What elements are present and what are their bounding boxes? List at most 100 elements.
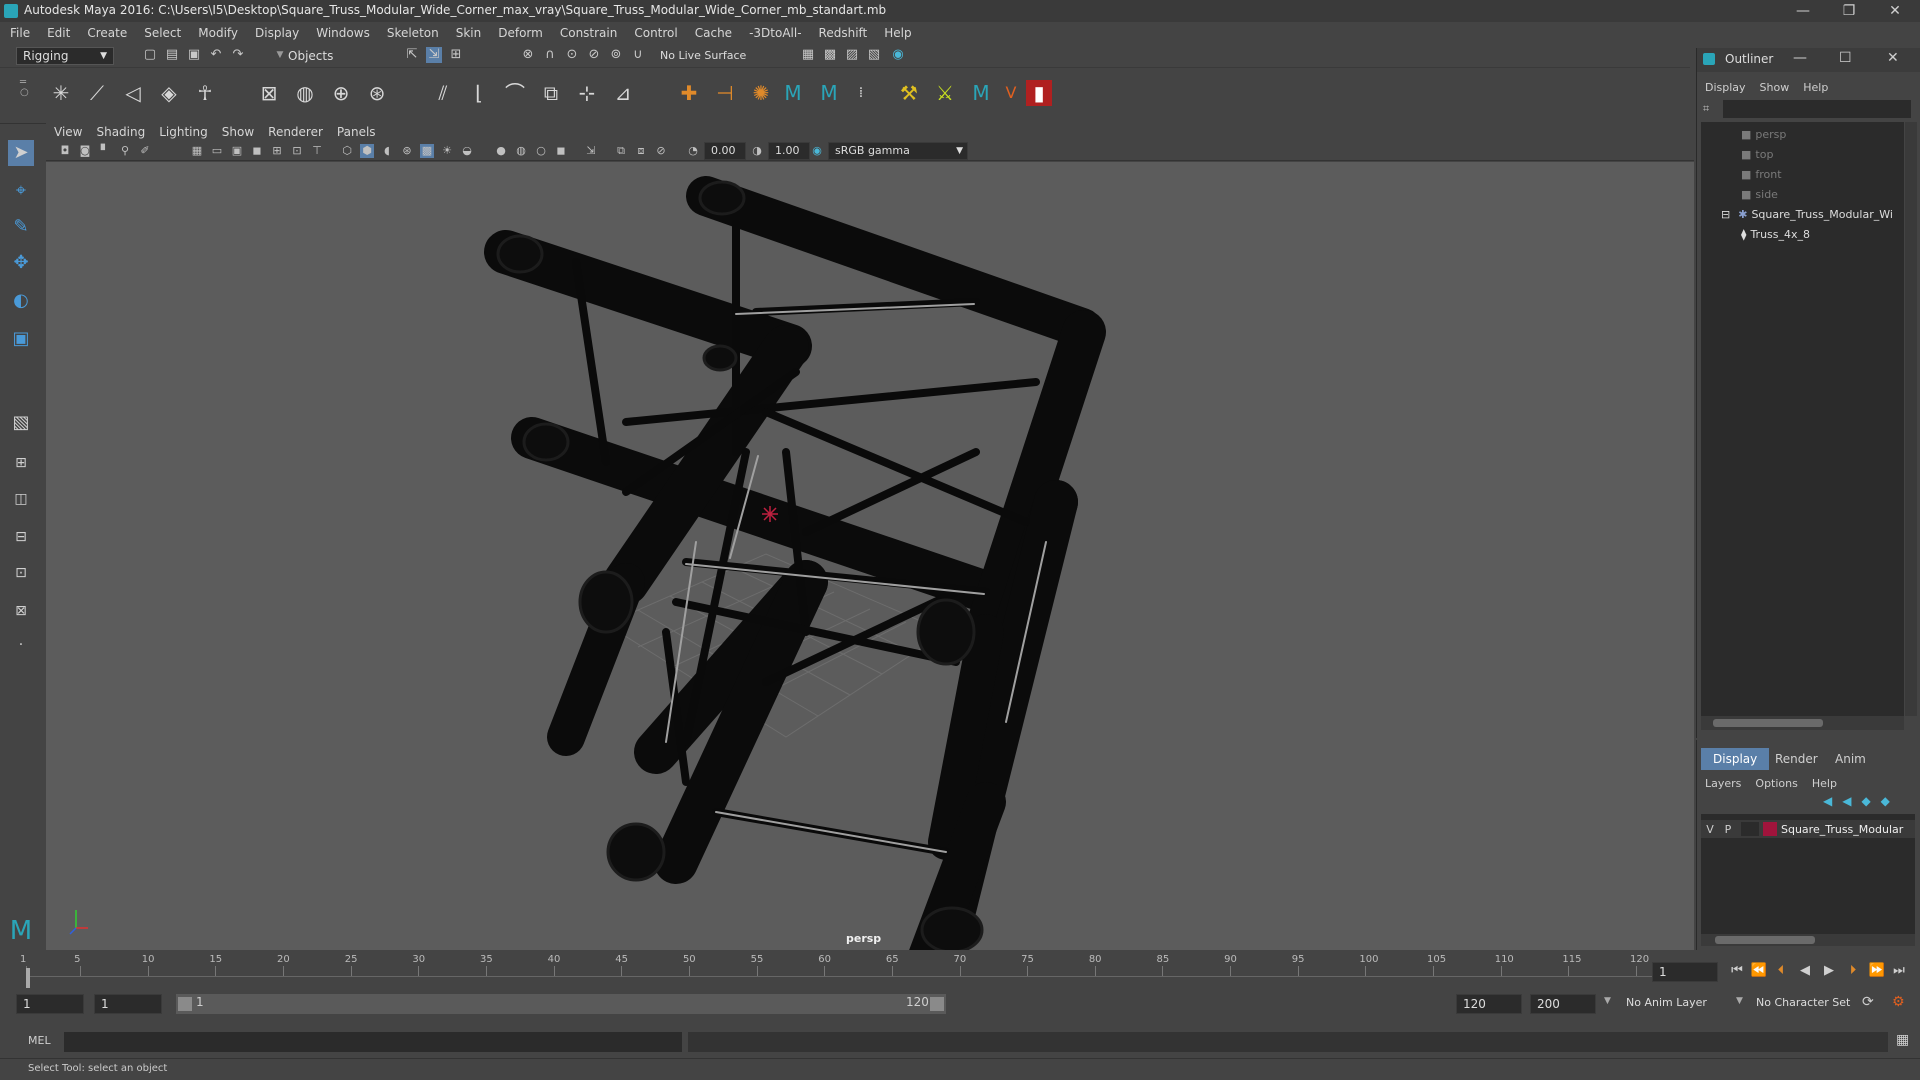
play-forward-icon[interactable]: ▶ [1820,962,1838,980]
joint-tool-icon[interactable]: ✳ [48,80,74,106]
smooth-bind-icon[interactable]: ◍ [292,80,318,106]
two-view-icon[interactable]: ◫ [8,486,34,512]
outliner-horizontal-scrollbar[interactable] [1701,716,1904,730]
cluster-icon[interactable]: ⫽ [430,80,456,106]
chevron-down-icon[interactable]: ▼ [1736,996,1743,1006]
select-tool-icon[interactable]: ➤ [8,140,34,166]
wrap-icon[interactable]: ⊛ [364,80,390,106]
select-hierarchy-icon[interactable]: ⇱ [404,47,420,63]
outliner-item-front[interactable]: ■ front [1741,168,1782,181]
move-tool-icon[interactable]: ✥ [8,250,34,276]
safe-action-icon[interactable]: ⊡ [290,144,304,158]
step-back-icon[interactable]: ⏪ [1750,962,1768,980]
bind-skin-icon[interactable]: ⊠ [256,80,282,106]
undo-icon[interactable]: ↶ [208,47,224,63]
viewport-menu-view[interactable]: View [54,125,82,139]
layer-menu-layers[interactable]: Layers [1705,777,1741,790]
ik-spline-icon[interactable]: ◁ [120,80,146,106]
close-button[interactable]: ✕ [1872,0,1918,22]
layer-name[interactable]: Square_Truss_Modular [1781,823,1903,836]
menu-control[interactable]: Control [634,26,677,40]
layer-list[interactable]: V P Square_Truss_Modular [1701,814,1915,940]
layer-row[interactable]: V P Square_Truss_Modular [1701,820,1915,838]
select-object-icon[interactable]: ⇲ [426,47,442,63]
bookmark-icon[interactable]: ▘ [98,144,112,158]
menu-3dtoall[interactable]: -3DtoAll- [749,26,801,40]
chevron-down-icon[interactable]: ▼ [1604,996,1611,1006]
menu-windows[interactable]: Windows [316,26,370,40]
live-surface-label[interactable]: No Live Surface [660,47,746,65]
outliner-search-input[interactable] [1723,100,1911,118]
default-material-icon[interactable]: ◖ [380,144,394,158]
orient-constraint-icon[interactable]: ⊣ [712,80,738,106]
exposure-icon[interactable]: ◔ [686,144,700,158]
outliner-maximize-button[interactable]: ☐ [1839,50,1852,66]
restore-button[interactable]: ❐ [1826,0,1872,22]
range-end-handle[interactable] [930,997,944,1011]
xray-components-icon[interactable]: ⊘ [654,144,668,158]
outliner-close-button[interactable]: ✕ [1887,50,1899,66]
menu-skin[interactable]: Skin [456,26,482,40]
graph-view-icon[interactable]: ⊡ [8,560,34,586]
skeleton-icon[interactable]: ◈ [156,80,182,106]
range-start-handle[interactable] [178,997,192,1011]
xray-joints-icon[interactable]: ⧈ [634,144,648,158]
script-editor-icon[interactable]: ▦ [1896,1032,1909,1048]
safe-title-icon[interactable]: ⊤ [310,144,324,158]
step-forward-key-icon[interactable]: ⏵ [1844,962,1862,980]
gamma-icon[interactable]: ◑ [750,144,764,158]
gate-mask-icon[interactable]: ◼ [250,144,264,158]
ipr-render-icon[interactable]: ▨ [844,47,860,63]
snap-magnet-icon[interactable]: ∪ [630,47,646,63]
layer-type-toggle[interactable] [1741,822,1759,836]
menu-modify[interactable]: Modify [198,26,238,40]
shadows-icon[interactable]: ◒ [460,144,474,158]
wireframe-icon[interactable]: ⬡ [340,144,354,158]
wireframe-on-shaded-icon[interactable]: ⊛ [400,144,414,158]
outliner-item-side[interactable]: ■ side [1741,188,1778,201]
maya-m2-icon[interactable]: M [816,80,842,106]
single-view-icon[interactable]: ▧ [8,410,34,436]
step-back-key-icon[interactable]: ⏴ [1772,962,1790,980]
outliner-list[interactable]: ■ persp ■ top ■ front ■ side ⊟ ✱ Square_Truss_… [1701,122,1904,716]
layer-menu-help[interactable]: Help [1812,777,1837,790]
sculpt-icon[interactable]: ⚔ [932,80,958,106]
camera-attr-icon[interactable]: ◙ [78,144,92,158]
ambient-occlusion-icon[interactable]: ● [494,144,508,158]
xray-icon[interactable]: ⧉ [614,144,628,158]
snap-grid-icon[interactable]: ⊗ [520,47,536,63]
menu-deform[interactable]: Deform [498,26,543,40]
lattice-icon[interactable]: ⊕ [328,80,354,106]
v-tool-icon[interactable]: V [998,80,1024,106]
paint-select-icon[interactable]: ✎ [8,214,34,240]
menu-cache[interactable]: Cache [695,26,732,40]
playback-end-field[interactable]: 120 [1456,994,1522,1014]
paint-weights-icon[interactable]: ⚒ [896,80,922,106]
layer-horizontal-scrollbar[interactable] [1701,934,1915,946]
outliner-item-truss-group[interactable]: ⊟ ✱ Square_Truss_Modular_Wi [1721,208,1893,221]
maya-m-icon[interactable]: M [780,80,806,106]
layer-color-swatch[interactable] [1763,822,1777,836]
scrollbar-thumb[interactable] [1715,936,1815,944]
viewport-menu-panels[interactable]: Panels [337,125,376,139]
layer-action-icons[interactable]: ◀◀◆◆ [1823,794,1900,808]
viewport-menu-show[interactable]: Show [222,125,254,139]
image-plane-icon[interactable]: ⚲ [118,144,132,158]
color-space-dropdown[interactable]: sRGB gamma ▼ [828,142,968,160]
playback-start-field[interactable]: 1 [94,994,162,1014]
redo-icon[interactable]: ↷ [230,47,246,63]
outliner-menu-display[interactable]: Display [1705,81,1746,94]
menu-constrain[interactable]: Constrain [560,26,618,40]
twist-icon[interactable]: ⊹ [574,80,600,106]
outliner-vertical-scrollbar[interactable] [1905,122,1917,716]
bend-icon[interactable]: ⌒ [502,80,528,106]
exposure-field[interactable]: 0.00 [704,142,746,160]
tab-render[interactable]: Render [1763,748,1830,770]
menu-skeleton[interactable]: Skeleton [387,26,439,40]
aim-constraint-icon[interactable]: ✺ [748,80,774,106]
point-constraint-icon[interactable]: ✚ [676,80,702,106]
sine-icon[interactable]: ⊿ [610,80,636,106]
gamma-field[interactable]: 1.00 [768,142,810,160]
outliner-item-persp[interactable]: ■ persp [1741,128,1786,141]
use-lights-icon[interactable]: ☀ [440,144,454,158]
